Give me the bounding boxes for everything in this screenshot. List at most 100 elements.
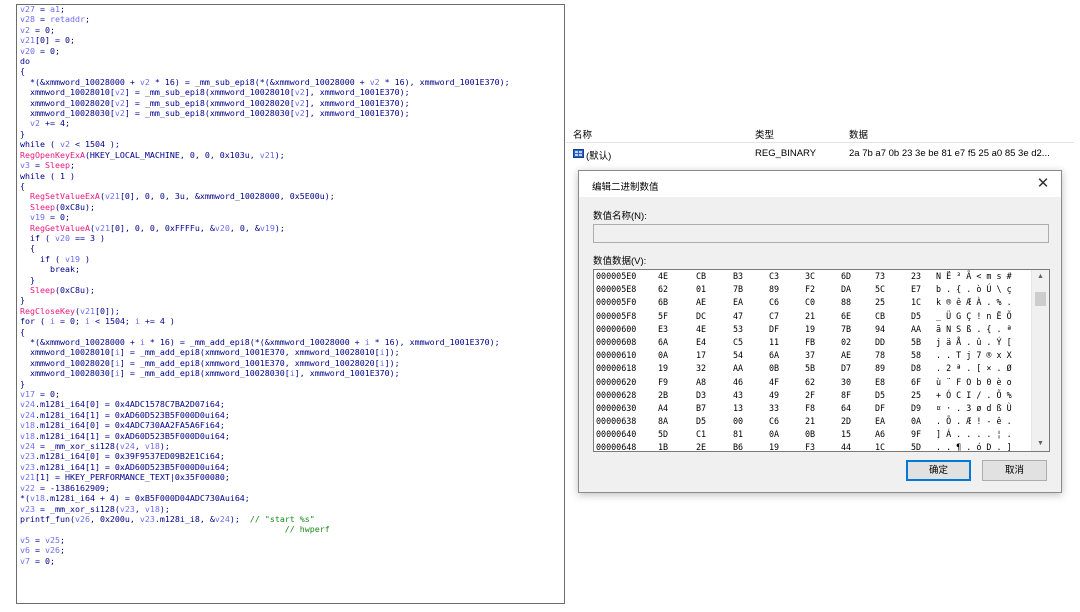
- code-token: ;: [60, 534, 65, 545]
- hex-address: 000005F0: [596, 297, 637, 308]
- column-header-data[interactable]: 数据: [849, 127, 868, 141]
- code-token: .m128i_i64[1] = 0xAD60D523B5F000D0ui64;: [35, 409, 230, 420]
- hex-byte: 02: [841, 336, 852, 347]
- hex-address: 00000638: [596, 416, 637, 427]
- hex-address: 00000628: [596, 389, 637, 400]
- hex-byte: 15: [841, 429, 852, 440]
- code-token: );: [159, 441, 170, 452]
- hex-ascii: ã N S ß . { . ª: [936, 323, 1012, 334]
- hex-byte: 6B: [658, 297, 669, 308]
- code-line: }: [20, 275, 510, 285]
- code-line: {: [20, 243, 510, 253]
- hex-byte: 7B: [733, 284, 744, 295]
- code-token: v2: [114, 87, 125, 98]
- code-token: (0xC8u);: [54, 201, 95, 212]
- code-token: v2: [369, 76, 380, 87]
- hex-row[interactable]: 00000618 19 32 AA 0B 5B D7 89 D8 . 2 ª . [ × . Ø: [594, 362, 1032, 375]
- hex-byte: 21: [805, 310, 816, 321]
- code-token: break;: [20, 264, 80, 275]
- hex-address: 00000610: [596, 350, 637, 361]
- code-token: =: [30, 534, 45, 545]
- hex-row[interactable]: 00000620 F9 A8 46 4F 62 30 E8 6F ù ¨ F O b 0 è o: [594, 376, 1032, 389]
- hex-address: 00000608: [596, 336, 637, 347]
- code-line: }: [20, 295, 510, 305]
- code-line: break;: [20, 264, 510, 274]
- hex-byte: DF: [875, 402, 886, 413]
- code-token: *(&xmmword_10028000 +: [20, 337, 140, 347]
- pseudocode-text: v27 = a1; v28 = retaddr; v2 = 0; v21[0] = 0…: [20, 4, 510, 566]
- cancel-button[interactable]: 取消: [982, 460, 1047, 481]
- hex-address: 00000648: [596, 442, 637, 452]
- hex-byte: 81: [733, 429, 744, 440]
- hex-byte: 0B: [769, 363, 780, 374]
- code-token: v18: [144, 441, 160, 452]
- hex-byte: B6: [733, 442, 744, 452]
- code-token: .m128i_i64[0] = 0x4ADC1578C7BA2D07i64;: [35, 399, 225, 410]
- code-token: v2: [20, 24, 30, 35]
- column-header-name[interactable]: 名称: [573, 127, 592, 141]
- code-line: v24.m128i_i64[0] = 0x4ADC1578C7BA2D07i64…: [20, 399, 510, 409]
- value-name-field[interactable]: [593, 224, 1049, 243]
- code-token: ;: [84, 14, 90, 25]
- code-token: ;: [60, 4, 65, 14]
- code-line: }: [20, 129, 510, 139]
- registry-value-row[interactable]: (默认) REG_BINARY 2a 7b a7 0b 23 3e be 81 …: [566, 143, 1074, 163]
- code-line: xmmword_10028010[i] = _mm_add_epi8(xmmwo…: [20, 347, 510, 357]
- hex-address: 00000630: [596, 402, 637, 413]
- code-line: *(v18.m128i_i64 + 4) = 0xB5F000D04ADC730…: [20, 493, 510, 503]
- hex-row[interactable]: 00000638 8A D5 00 C6 21 2D EA 0A . Õ . Æ ! - ê .: [594, 415, 1032, 428]
- hex-row[interactable]: 000005E8 62 01 7B 89 F2 DA 5C E7 b . { . ò Ú \ ç: [594, 283, 1032, 296]
- hex-ascii: ù ¨ F O b 0 è o: [936, 376, 1012, 387]
- hex-row[interactable]: 000005F0 6B AE EA C6 C0 88 25 1C k ® ê Æ À . % .: [594, 296, 1032, 309]
- hex-row[interactable]: 00000608 6A E4 C5 11 FB 02 DD 5B j ä Å . û . Ý [: [594, 336, 1032, 349]
- hex-ascii: _ Ü G Ç ! n Ë Õ: [936, 310, 1012, 321]
- code-line: }: [20, 379, 510, 389]
- hex-editor[interactable]: 000005E0 4E CB B3 C3 3C 6D 73 23 N Ë ³ Ã < m s #0…: [593, 269, 1050, 452]
- hex-row[interactable]: 00000610 0A 17 54 6A 37 AE 78 58 . . T j 7 ® x X: [594, 349, 1032, 362]
- code-token: ] = _mm_sub_epi8(xmmword_10028010[: [124, 87, 295, 98]
- code-line: for ( i = 0; i < 1504; i += 4 ): [20, 316, 510, 326]
- hex-byte: 43: [733, 389, 744, 400]
- hex-row[interactable]: 00000600 E3 4E 53 DF 19 7B 94 AA ã N S ß . { . ª: [594, 323, 1032, 336]
- hex-byte: 01: [696, 284, 707, 295]
- hex-row[interactable]: 00000640 5D C1 81 0A 0B 15 A6 9F] Á . . . . ¦ .: [594, 428, 1032, 441]
- scroll-thumb[interactable]: [1035, 292, 1046, 306]
- code-token: [0], 0, 0, 0xFFFFu, &: [109, 222, 215, 233]
- hex-byte: 5C: [875, 284, 886, 295]
- hex-row[interactable]: 00000630 A4 B7 13 33 F8 64 DF D9 ¤ · . 3 ø d ß Ù: [594, 402, 1032, 415]
- ok-button[interactable]: 确定: [906, 460, 971, 481]
- code-token: [0]);: [94, 305, 120, 316]
- hex-byte: 30: [841, 376, 852, 387]
- code-token: {: [20, 243, 35, 254]
- code-token: printf_fun(: [20, 513, 75, 524]
- hex-byte: 2F: [805, 389, 816, 400]
- hex-byte: DD: [875, 336, 886, 347]
- code-line: *(&xmmword_10028000 + v2 * 16) = _mm_sub…: [20, 77, 510, 87]
- hex-byte: D3: [696, 389, 707, 400]
- hex-byte: 62: [658, 284, 669, 295]
- code-token: v3: [20, 160, 30, 171]
- hex-byte: B7: [696, 402, 707, 413]
- code-line: do: [20, 56, 510, 66]
- hex-row[interactable]: 000005F8 5F DC 47 C7 21 6E CB D5 _ Ü G Ç ! n Ë Õ: [594, 310, 1032, 323]
- column-header-type[interactable]: 类型: [755, 127, 774, 141]
- hex-row[interactable]: 00000628 2B D3 43 49 2F 8F D5 25 + Ó C I / . Õ %: [594, 389, 1032, 402]
- scroll-up-icon[interactable]: ▲: [1032, 270, 1049, 284]
- hex-byte: DA: [841, 284, 852, 295]
- hex-row[interactable]: 00000648 1B 2E B6 19 F3 44 1C 5D . . ¶ . ó D . ]: [594, 441, 1032, 452]
- hex-ascii: . 2 ª . [ × . Ø: [936, 363, 1012, 374]
- code-token: // hwperf: [284, 524, 330, 535]
- scroll-down-icon[interactable]: ▼: [1032, 437, 1049, 451]
- hex-row[interactable]: 000005E0 4E CB B3 C3 3C 6D 73 23 N Ë ³ Ã < m s #: [594, 270, 1032, 283]
- code-line: {: [20, 66, 510, 76]
- code-token: v19: [64, 253, 80, 264]
- code-token: ] = _mm_add_epi8(xmmword_1001E370, xmmwo…: [119, 347, 380, 358]
- code-token: Sleep: [45, 160, 70, 171]
- close-icon[interactable]: ✕: [1033, 174, 1053, 194]
- code-token: v18: [20, 420, 35, 431]
- code-token: }: [20, 295, 25, 306]
- vertical-scrollbar[interactable]: ▲ ▼: [1031, 270, 1049, 451]
- hex-byte: 6D: [841, 271, 852, 281]
